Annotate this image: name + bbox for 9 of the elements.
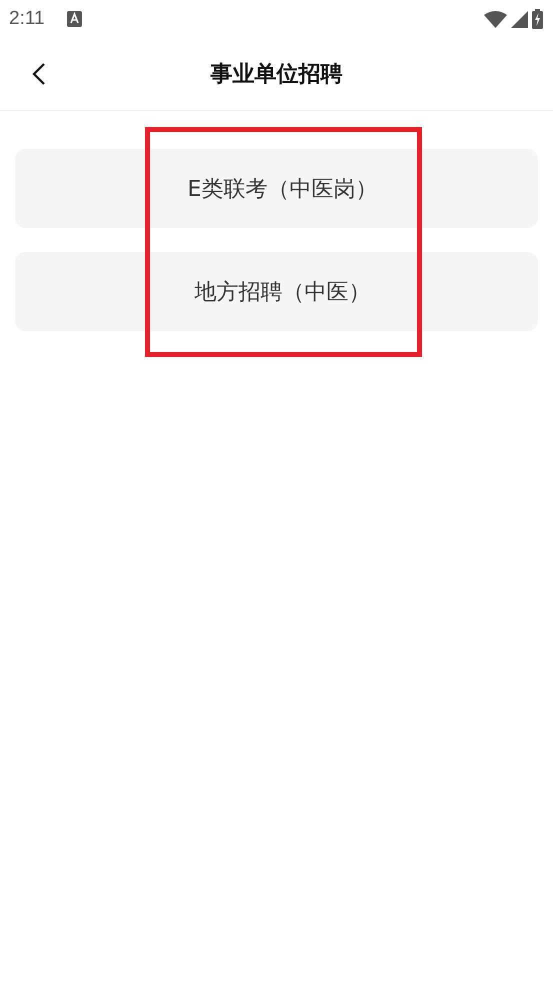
list-item[interactable]: 地方招聘（中医） [15, 252, 538, 331]
signal-icon [511, 10, 528, 28]
keyboard-icon [66, 11, 82, 27]
status-time: 2:11 [9, 8, 45, 30]
list-item[interactable]: E类联考（中医岗） [15, 149, 538, 228]
wifi-icon [484, 10, 507, 28]
page-title: 事业单位招聘 [210, 62, 342, 87]
back-icon [32, 62, 46, 86]
battery-icon [532, 9, 543, 29]
